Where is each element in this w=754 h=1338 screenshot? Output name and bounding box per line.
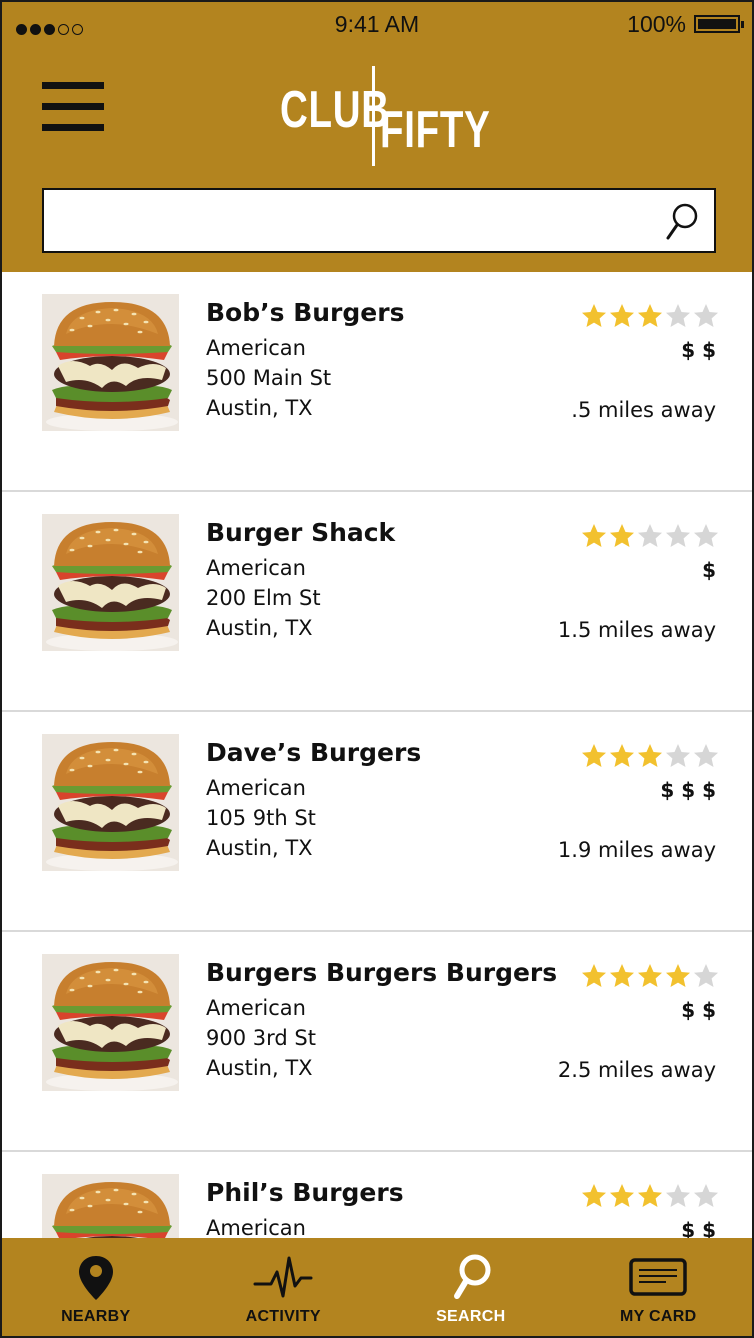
price-level: $ $ — [681, 1218, 716, 1240]
star-filled-icon — [582, 744, 606, 767]
search-bar — [42, 188, 716, 253]
restaurant-city: Austin, TX — [206, 616, 313, 640]
bottom-tab-bar: NEARBY ACTIVITY SEARCH MY CARD — [2, 1238, 752, 1336]
restaurant-city: Austin, TX — [206, 1056, 313, 1080]
star-rating — [580, 522, 720, 550]
tab-label: SEARCH — [436, 1308, 506, 1325]
restaurant-list-item[interactable]: Burger Shack American 200 Elm St Austin, TX… — [2, 492, 752, 712]
restaurant-cuisine: American — [206, 1216, 306, 1240]
search-icon — [453, 1254, 491, 1299]
price-level: $ $ — [681, 998, 716, 1022]
star-filled-icon — [638, 964, 662, 987]
star-filled-icon — [582, 524, 606, 547]
price-level: $ $ — [681, 338, 716, 362]
restaurant-thumbnail — [42, 1174, 179, 1240]
restaurant-list-item[interactable]: Burgers Burgers Burgers American 900 3rd S… — [2, 932, 752, 1152]
restaurant-address: 200 Elm St — [206, 586, 321, 610]
star-empty-icon — [694, 964, 718, 987]
star-filled-icon — [582, 1184, 606, 1207]
star-filled-icon — [582, 964, 606, 987]
star-rating — [580, 742, 720, 770]
price-level: $ $ $ — [660, 778, 716, 802]
battery-icon — [694, 15, 744, 33]
tab-label: ACTIVITY — [245, 1308, 321, 1325]
restaurant-list-item[interactable]: Bob’s Burgers American 500 Main St Austin, … — [2, 272, 752, 492]
restaurant-address: 500 Main St — [206, 366, 332, 390]
restaurant-cuisine: American — [206, 776, 306, 800]
star-empty-icon — [666, 744, 690, 767]
restaurant-city: Austin, TX — [206, 396, 313, 420]
restaurant-thumbnail — [42, 294, 179, 431]
restaurant-list-item[interactable]: Dave’s Burgers American 105 9th St Austin, … — [2, 712, 752, 932]
price-level: $ — [702, 558, 716, 582]
star-rating — [580, 962, 720, 990]
restaurant-cuisine: American — [206, 556, 306, 580]
star-filled-icon — [638, 1184, 662, 1207]
restaurant-city: Austin, TX — [206, 836, 313, 860]
logo-divider — [372, 66, 375, 166]
pulse-icon — [253, 1256, 313, 1298]
hamburger-menu-button[interactable] — [42, 82, 104, 132]
battery-percent: 100% — [627, 11, 686, 37]
card-icon — [629, 1258, 687, 1296]
star-filled-icon — [610, 304, 634, 327]
star-filled-icon — [610, 1184, 634, 1207]
star-filled-icon — [582, 304, 606, 327]
restaurant-list-item[interactable]: Phil’s Burgers American $ $ — [2, 1152, 752, 1240]
star-filled-icon — [610, 744, 634, 767]
distance-away: 2.5 miles away — [557, 1058, 716, 1082]
restaurant-name: Dave’s Burgers — [206, 738, 422, 767]
star-empty-icon — [666, 1184, 690, 1207]
restaurant-cuisine: American — [206, 996, 306, 1020]
distance-away: .5 miles away — [571, 398, 716, 422]
star-empty-icon — [666, 524, 690, 547]
distance-away: 1.9 miles away — [557, 838, 716, 862]
restaurant-name: Phil’s Burgers — [206, 1178, 404, 1207]
restaurant-thumbnail — [42, 734, 179, 871]
logo-fifty-text: FIFTY — [380, 101, 491, 159]
star-empty-icon — [694, 1184, 718, 1207]
restaurant-cuisine: American — [206, 336, 306, 360]
search-icon[interactable] — [666, 202, 700, 242]
restaurant-list: Bob’s Burgers American 500 Main St Austin, … — [2, 272, 752, 1240]
restaurant-address: 900 3rd St — [206, 1026, 316, 1050]
star-rating — [580, 1182, 720, 1210]
tab-nearby[interactable]: NEARBY — [2, 1238, 190, 1336]
tab-activity[interactable]: ACTIVITY — [190, 1238, 378, 1336]
star-empty-icon — [694, 304, 718, 327]
star-empty-icon — [694, 744, 718, 767]
star-empty-icon — [694, 524, 718, 547]
star-empty-icon — [638, 524, 662, 547]
restaurant-name: Burger Shack — [206, 518, 396, 547]
restaurant-thumbnail — [42, 954, 179, 1091]
star-filled-icon — [610, 524, 634, 547]
star-filled-icon — [638, 304, 662, 327]
battery-status: 100% — [627, 10, 744, 38]
star-rating — [580, 302, 720, 330]
tab-label: NEARBY — [61, 1308, 131, 1325]
restaurant-address: 105 9th St — [206, 806, 316, 830]
search-input[interactable] — [54, 198, 654, 244]
app-header: 9:41 AM 100% CLUB FIFTY — [2, 2, 752, 272]
tab-search[interactable]: SEARCH — [377, 1238, 565, 1336]
star-filled-icon — [638, 744, 662, 767]
club-fifty-logo: CLUB FIFTY — [278, 64, 490, 168]
star-filled-icon — [610, 964, 634, 987]
tab-label: MY CARD — [620, 1308, 697, 1325]
app-screen: 9:41 AM 100% CLUB FIFTY Bob’s Burgers Ame… — [0, 0, 754, 1338]
restaurant-thumbnail — [42, 514, 179, 651]
map-pin-icon — [78, 1256, 113, 1300]
restaurant-name: Burgers Burgers Burgers — [206, 958, 558, 987]
distance-away: 1.5 miles away — [557, 618, 716, 642]
restaurant-name: Bob’s Burgers — [206, 298, 405, 327]
tab-my-card[interactable]: MY CARD — [565, 1238, 753, 1336]
star-filled-icon — [666, 964, 690, 987]
star-empty-icon — [666, 304, 690, 327]
